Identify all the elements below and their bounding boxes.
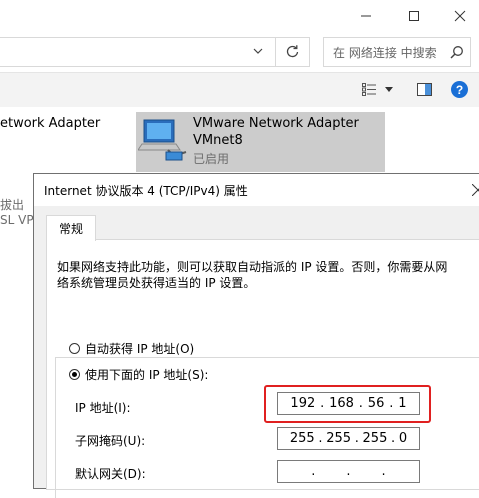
svg-text:?: ? [456,83,463,97]
subnet-mask-field[interactable]: 255. 255. 255. 0 [277,427,420,450]
preview-pane-icon[interactable] [417,83,432,96]
radio-auto-ip[interactable]: 自动获得 IP 地址(O) [69,340,194,357]
caret-down-icon[interactable] [385,87,393,92]
radio-manual-ip[interactable]: 使用下面的 IP 地址(S): [69,366,212,383]
network-item-vmnet8[interactable]: VMware Network Adapter VMnet8 已启用 [136,112,385,172]
search-input[interactable]: 在 网络连接 中搜索 [333,44,437,61]
dot: . [320,396,325,411]
tab-general[interactable]: 常规 [46,215,96,241]
tab-general-label: 常规 [58,222,83,236]
ip-address-label: IP 地址(I): [75,401,131,415]
default-gateway-label: 默认网关(D): [75,467,146,481]
mask-octet-2[interactable]: 255 [326,431,351,446]
general-panel: 如果网络支持此功能，则可以获取自动指派的 IP 设置。否则，你需要从网 络系统管… [46,239,479,498]
dot: . [311,464,316,479]
mask-octet-4[interactable]: 0 [399,431,407,446]
view-options-icon[interactable] [362,83,376,96]
dot: . [389,396,394,411]
ip-octet-2[interactable]: 168 [329,396,354,411]
adapter-subname: VMnet8 [193,133,243,148]
minimize-icon [361,15,371,17]
adapter-name: VMware Network Adapter [193,116,359,131]
help-icon[interactable]: ? [451,81,468,98]
dot: . [346,464,351,479]
subnet-mask-label: 子网掩码(U): [75,434,146,448]
close-icon [454,10,466,22]
network-adapter-icon [138,119,187,161]
dot: . [391,431,396,446]
dialog-title: Internet 协议版本 4 (TCP/IPv4) 属性 [44,183,248,198]
dot: . [318,431,323,446]
maximize-icon [409,11,419,21]
radio-manual-ip-label: 使用下面的 IP 地址(S): [85,368,209,382]
search-icon[interactable] [450,45,464,59]
mask-octet-1[interactable]: 255 [290,431,315,446]
ip-octet-3[interactable]: 56 [368,396,385,411]
dialog-close-icon[interactable] [472,184,479,196]
dialog-titlebar: Internet 协议版本 4 (TCP/IPv4) 属性 [34,174,479,206]
radio-manual-ip-circle[interactable] [69,369,80,380]
default-gateway-field[interactable]: . . . [277,460,420,483]
description-line-2: 络系统管理员处获得适当的 IP 设置。 [57,276,256,290]
dot: . [354,431,359,446]
background-item-status: 拔出 [0,198,25,212]
maximize-button[interactable] [391,0,437,32]
radio-auto-ip-circle[interactable] [69,343,80,354]
radio-auto-ip-label: 自动获得 IP 地址(O) [85,342,195,356]
dot: . [381,464,386,479]
adapter-status: 已启用 [193,152,230,166]
ip-octet-4[interactable]: 1 [398,396,406,411]
description-line-1: 如果网络支持此功能，则可以获取自动指派的 IP 设置。否则，你需要从网 [57,260,448,274]
network-item-name[interactable]: etwork Adapter [0,116,100,131]
window-titlebar [0,0,479,32]
ip-octet-1[interactable]: 192 [290,396,315,411]
minimize-button[interactable] [343,0,389,32]
refresh-icon[interactable] [285,44,300,59]
command-toolbar: ? [0,72,479,108]
ipv4-properties-dialog: Internet 协议版本 4 (TCP/IPv4) 属性 常规 如果网络支持此… [33,173,479,498]
address-bar[interactable] [0,37,310,67]
mask-octet-3[interactable]: 255 [363,431,388,446]
dialog-description: 如果网络支持此功能，则可以获取自动指派的 IP 设置。否则，你需要从网 络系统管… [57,259,477,291]
ip-address-field[interactable]: 192. 168. 56. 1 [277,392,420,415]
search-box[interactable]: 在 网络连接 中搜索 [323,37,471,67]
close-button[interactable] [437,0,479,32]
divider [275,38,276,66]
chevron-down-icon[interactable] [253,47,263,55]
dot: . [358,396,363,411]
